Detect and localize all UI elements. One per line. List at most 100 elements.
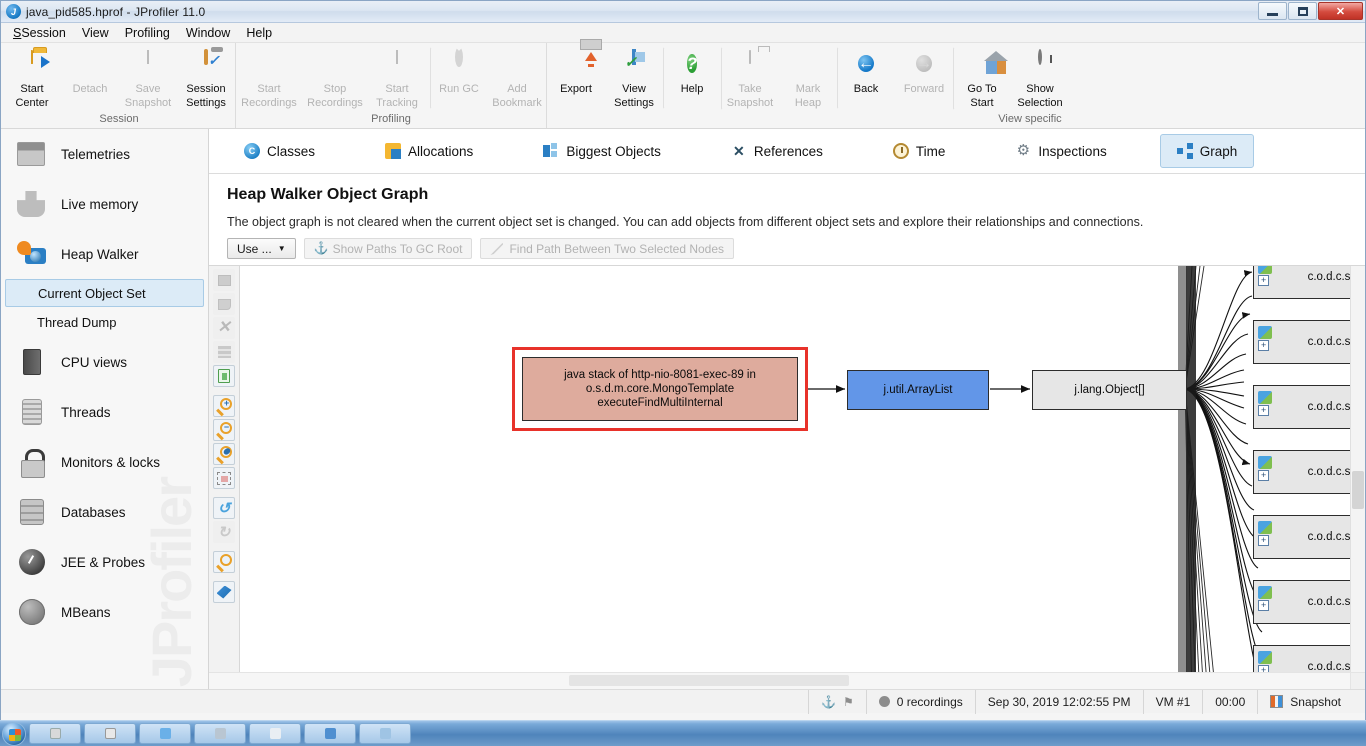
window-icon — [324, 728, 336, 739]
maximize-button[interactable] — [1288, 2, 1317, 20]
tab-time[interactable]: Time — [876, 134, 963, 168]
status-elapsed-label: 00:00 — [1215, 694, 1246, 709]
sidebar-item-cpu-views[interactable]: CPU views — [1, 337, 208, 387]
graph-node-right-3[interactable]: + c.o.d.c.s.e — [1253, 450, 1350, 494]
taskbar-item-5[interactable] — [304, 723, 356, 744]
start-button[interactable] — [2, 721, 26, 746]
start-center-button[interactable]: Start Center — [3, 47, 61, 110]
start-tracking-icon — [382, 50, 412, 81]
graph-node-right-3-label: c.o.d.c.s.e — [1307, 466, 1350, 478]
menu-view[interactable]: View — [74, 24, 117, 42]
zoom-out-button[interactable]: − — [213, 419, 235, 441]
tab-allocations[interactable]: Allocations — [368, 134, 490, 168]
expand-icon[interactable]: + — [1258, 600, 1269, 611]
heap-walker-icon — [17, 239, 47, 269]
sidebar-label-live-memory: Live memory — [61, 196, 139, 212]
sidebar-item-threads[interactable]: Threads — [1, 387, 208, 437]
monitors-locks-icon — [17, 447, 47, 478]
graph-node-thread-stack[interactable]: java stack of http-nio-8081-exec-89 in o… — [512, 347, 808, 431]
menu-help[interactable]: Help — [238, 24, 280, 42]
databases-icon — [17, 497, 47, 527]
expand-icon[interactable]: + — [1258, 665, 1269, 672]
zoom-100-button[interactable]: ⬤ — [213, 443, 235, 465]
graph-node-right-1[interactable]: + c.o.d.c.s.e — [1253, 320, 1350, 364]
graph-node-right-5[interactable]: + c.o.d.c.s.e — [1253, 580, 1350, 624]
status-recordings[interactable]: 0 recordings — [867, 690, 975, 713]
taskbar-item-0[interactable] — [29, 723, 81, 744]
maximize-icon — [1297, 6, 1308, 16]
help-button[interactable]: ? Help — [663, 47, 721, 109]
graph-inner: java stack of http-nio-8081-exec-89 in o… — [240, 266, 1350, 672]
toolbar-group-session: Start Center Detach Save Snapshot Sessio… — [3, 43, 235, 128]
expand-icon[interactable]: + — [1258, 275, 1269, 286]
tab-inspections[interactable]: ⚙ Inspections — [998, 134, 1123, 168]
sidebar-item-thread-dump[interactable]: Thread Dump — [5, 307, 204, 337]
collapse-node-button — [213, 341, 235, 363]
zoom-in-button[interactable]: + — [213, 395, 235, 417]
taskbar-item-1[interactable] — [84, 723, 136, 744]
menu-profiling[interactable]: Profiling — [117, 24, 178, 42]
taskbar-item-6[interactable] — [359, 723, 411, 744]
back-arrow-icon: ← — [858, 55, 874, 72]
undo-arrow-icon: ↺ — [217, 499, 231, 517]
go-to-start-button[interactable]: Go To Start — [953, 47, 1011, 110]
graph-node-right-0[interactable]: + c.o.d.c.s.e — [1253, 266, 1350, 299]
graph-canvas[interactable]: java stack of http-nio-8081-exec-89 in o… — [240, 266, 1350, 672]
vertical-scrollbar-thumb[interactable] — [1352, 471, 1364, 509]
close-button[interactable]: ✕ — [1318, 2, 1363, 20]
magnifier-minus-icon: − — [216, 422, 232, 441]
tab-references[interactable]: ✕ References — [714, 134, 840, 168]
tab-classes[interactable]: C Classes — [227, 134, 332, 168]
taskbar-item-4[interactable] — [249, 723, 301, 744]
export-button[interactable]: Export — [547, 47, 605, 109]
sidebar-item-heap-walker[interactable]: Heap Walker — [1, 229, 208, 279]
horizontal-scrollbar-thumb[interactable] — [569, 675, 849, 686]
view-settings-icon — [619, 49, 649, 81]
tab-graph[interactable]: Graph — [1159, 134, 1255, 168]
class-icon — [1258, 266, 1272, 274]
sidebar-item-telemetries[interactable]: Telemetries — [1, 129, 208, 179]
graph-node-object-array[interactable]: j.lang.Object[] — [1032, 370, 1187, 410]
undo-button[interactable]: ↺ — [213, 497, 235, 519]
graph-node-right-4[interactable]: + c.o.d.c.s.e — [1253, 515, 1350, 559]
menu-window[interactable]: Window — [178, 24, 238, 42]
sidebar-item-current-object-set[interactable]: Current Object Set — [5, 279, 204, 307]
anchor-icon[interactable]: ⚓ — [821, 695, 836, 709]
graph-node-right-6[interactable]: + c.o.d.c.s.e — [1253, 645, 1350, 672]
export-graph-button[interactable] — [213, 581, 235, 603]
body-split: Telemetries Live memory Heap Walker Curr… — [1, 129, 1365, 689]
start-recordings-icon — [254, 51, 284, 81]
graph-vertical-scrollbar[interactable] — [1350, 266, 1365, 672]
view-settings-button[interactable]: View Settings — [605, 47, 663, 110]
sidebar-label-monitors-locks: Monitors & locks — [61, 454, 161, 470]
expand-icon[interactable]: + — [1258, 535, 1269, 546]
expand-icon[interactable]: + — [1258, 340, 1269, 351]
clear-graph-button[interactable] — [213, 365, 235, 387]
tab-biggest-objects[interactable]: Biggest Objects — [526, 134, 678, 168]
expand-icon[interactable]: + — [1258, 470, 1269, 481]
session-settings-icon — [191, 49, 221, 81]
sidebar-item-live-memory[interactable]: Live memory — [1, 179, 208, 229]
snapshot-icon — [1270, 695, 1284, 708]
use-dropdown-button[interactable]: Use ... ▼ — [227, 238, 296, 259]
back-button[interactable]: ← Back — [837, 47, 895, 109]
toolbar-group-label-profiling: Profiling — [371, 113, 411, 125]
show-selection-button[interactable]: Show Selection — [1011, 47, 1069, 110]
flag-icon[interactable]: ⚑ — [843, 695, 854, 709]
graph-node-right-2[interactable]: + c.o.d.c.s.e — [1253, 385, 1350, 429]
remove-selected-nodes-button: ✕ — [213, 317, 235, 339]
forward-button: → Forward — [895, 47, 953, 109]
graph-node-arraylist[interactable]: j.util.ArrayList — [847, 370, 989, 410]
menu-session[interactable]: SSession — [5, 24, 74, 42]
minimize-button[interactable] — [1258, 2, 1287, 20]
session-settings-button[interactable]: Session Settings — [177, 47, 235, 110]
taskbar-item-3[interactable] — [194, 723, 246, 744]
graph-horizontal-scrollbar[interactable] — [209, 673, 1350, 689]
find-button[interactable] — [213, 551, 235, 573]
help-icon: ? — [686, 54, 698, 73]
mark-heap-icon — [793, 51, 823, 81]
fit-content-button[interactable] — [213, 467, 235, 489]
expand-icon[interactable]: + — [1258, 405, 1269, 416]
status-toggles[interactable]: ⚓ ⚑ — [809, 690, 866, 713]
taskbar-item-2[interactable] — [139, 723, 191, 744]
